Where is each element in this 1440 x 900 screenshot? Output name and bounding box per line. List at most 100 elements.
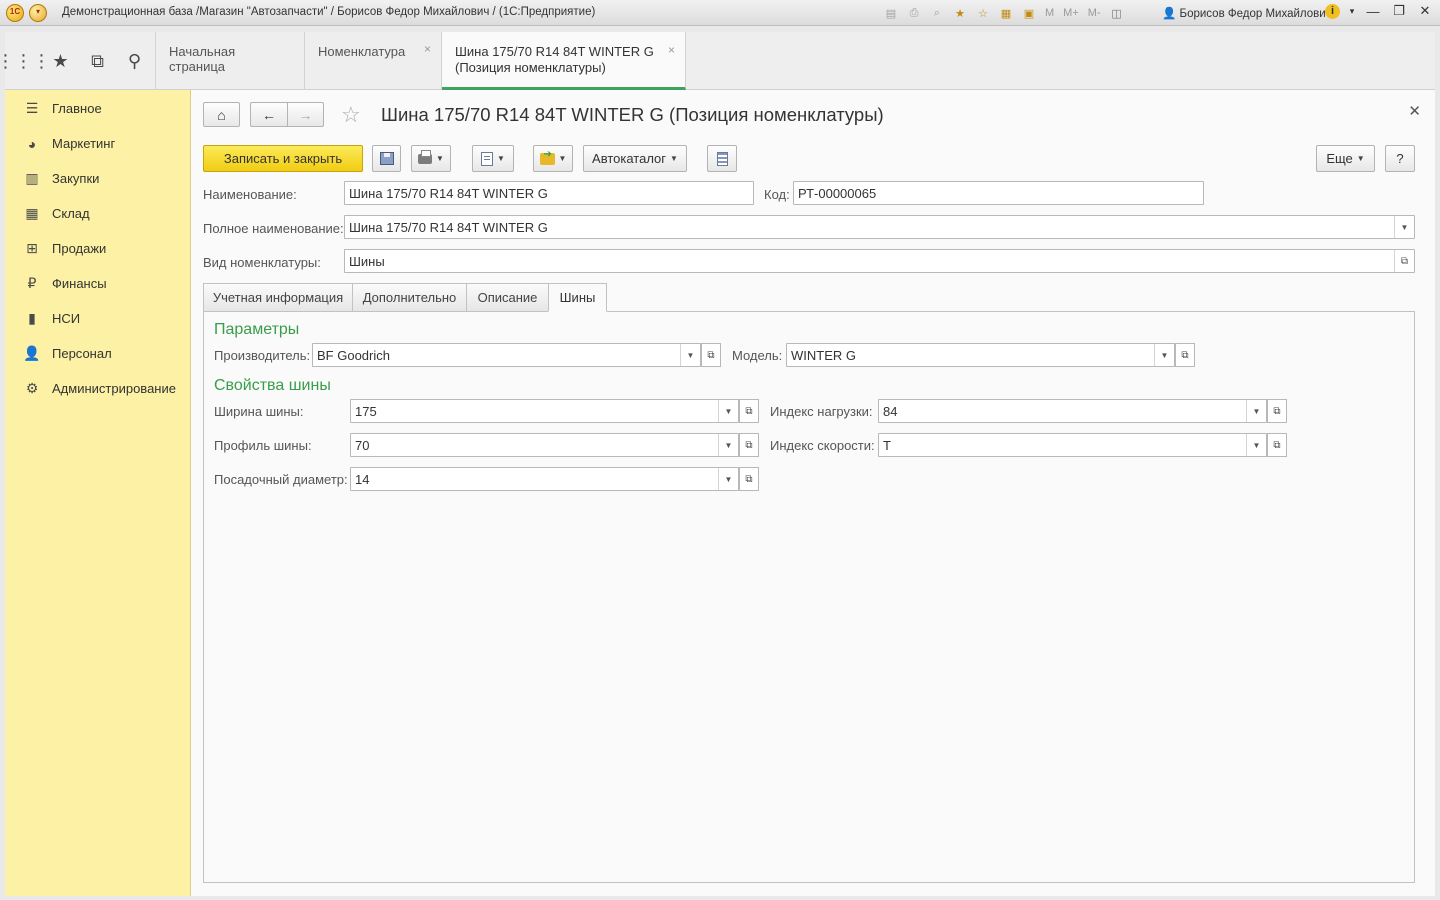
pie-chart-icon: ◕ xyxy=(27,135,37,152)
memory-mminus-button[interactable]: M- xyxy=(1086,5,1103,21)
list-document-icon xyxy=(716,151,728,166)
chevron-down-icon[interactable]: ▼ xyxy=(718,434,738,456)
memory-m-button[interactable]: M xyxy=(1043,5,1056,21)
sidebar-item-label: Маркетинг xyxy=(52,136,116,151)
app-logo-icon[interactable]: 1С xyxy=(6,4,24,22)
print-icon[interactable]: ⎙ xyxy=(905,5,923,21)
sidebar-item-finance[interactable]: ₽ Финансы xyxy=(5,266,190,301)
fullname-field[interactable]: Шина 175/70 R14 84T WINTER G ▼ xyxy=(344,215,1415,239)
star-icon[interactable]: ☆ xyxy=(341,102,361,128)
chevron-down-icon[interactable]: ▼ xyxy=(1394,216,1414,238)
restore-icon[interactable]: ❐ xyxy=(1390,3,1408,19)
autocatalog-label: Автокаталог xyxy=(592,151,667,166)
back-button[interactable]: ← xyxy=(250,102,287,127)
chevron-down-icon[interactable]: ▼ xyxy=(718,468,738,490)
add-favorite-icon[interactable]: ☆ xyxy=(974,5,992,21)
home-button[interactable]: ⌂ xyxy=(203,102,240,127)
help-button[interactable]: ? xyxy=(1385,145,1415,172)
tab-description[interactable]: Описание xyxy=(466,283,549,312)
print-button[interactable]: ▼ xyxy=(411,145,451,172)
open-speed-index-button[interactable]: ⧉ xyxy=(1267,433,1287,457)
forward-button[interactable]: → xyxy=(287,102,324,127)
close-icon[interactable]: × xyxy=(424,42,431,56)
profile-field[interactable]: 70 ▼ xyxy=(350,433,739,457)
save-and-close-button[interactable]: Записать и закрыть xyxy=(203,145,363,172)
create-based-on-button[interactable]: ▼ xyxy=(472,145,514,172)
model-field[interactable]: WINTER G ▼ xyxy=(786,343,1175,367)
sidebar-item-label: Продажи xyxy=(52,241,107,256)
sidebar-item-label: Администрирование xyxy=(52,381,176,396)
name-field[interactable]: Шина 175/70 R14 84T WINTER G xyxy=(344,181,754,205)
favorites-icon[interactable]: ★ xyxy=(951,5,969,21)
sidebar-item-nsi[interactable]: ▮ НСИ xyxy=(5,301,190,336)
link-icon[interactable]: ▤ xyxy=(882,5,900,21)
chevron-down-icon: ▼ xyxy=(1356,154,1365,163)
chevron-down-icon[interactable]: ▼ xyxy=(1154,344,1174,366)
close-icon[interactable]: × xyxy=(668,42,675,58)
load-index-field[interactable]: 84 ▼ xyxy=(878,399,1267,423)
tab-accounting-info[interactable]: Учетная информация xyxy=(203,283,353,312)
tab-label: Номенклатура xyxy=(318,44,406,59)
sidebar-item-warehouse[interactable]: ▦ Склад xyxy=(5,196,190,231)
sidebar-item-personnel[interactable]: 👤 Персонал xyxy=(5,336,190,371)
close-icon[interactable]: ✕ xyxy=(1408,102,1421,120)
autocatalog-button[interactable]: Автокаталог ▼ xyxy=(583,145,687,172)
search-icon[interactable]: ⚲ xyxy=(116,32,153,90)
code-field[interactable]: РТ-00000065 xyxy=(793,181,1204,205)
kind-field[interactable]: Шины ⧉ xyxy=(344,249,1415,273)
chevron-down-icon[interactable]: ▼ xyxy=(1246,434,1266,456)
minimize-icon[interactable]: — xyxy=(1364,3,1382,19)
chevron-down-icon[interactable]: ▼ xyxy=(1246,400,1266,422)
chevron-down-icon[interactable]: ▼ xyxy=(718,400,738,422)
sidebar-item-sales[interactable]: ⊞ Продажи xyxy=(5,231,190,266)
attachments-button[interactable]: ▼ xyxy=(533,145,573,172)
open-model-button[interactable]: ⧉ xyxy=(1175,343,1195,367)
memory-mplus-button[interactable]: M+ xyxy=(1061,5,1081,21)
speed-index-field[interactable]: T ▼ xyxy=(878,433,1267,457)
save-button[interactable] xyxy=(372,145,401,172)
maker-field[interactable]: BF Goodrich ▼ xyxy=(312,343,701,367)
diameter-field[interactable]: 14 ▼ xyxy=(350,467,739,491)
page-title: Шина 175/70 R14 84T WINTER G (Позиция но… xyxy=(381,104,884,125)
panels-icon[interactable]: ◫ xyxy=(1108,5,1126,21)
width-field[interactable]: 175 ▼ xyxy=(350,399,739,423)
sidebar-item-purchases[interactable]: ▥ Закупки xyxy=(5,161,190,196)
chevron-down-icon[interactable]: ▼ xyxy=(680,344,700,366)
close-icon[interactable]: ✕ xyxy=(1416,3,1434,19)
open-maker-button[interactable]: ⧉ xyxy=(701,343,721,367)
open-link-icon[interactable]: ⧉ xyxy=(1394,250,1414,272)
open-width-button[interactable]: ⧉ xyxy=(739,399,759,423)
name-label: Наименование: xyxy=(203,187,297,202)
sidebar-item-label: НСИ xyxy=(52,311,81,326)
sections-grid-icon[interactable]: ⋮⋮⋮ xyxy=(0,32,51,90)
open-load-index-button[interactable]: ⧉ xyxy=(1267,399,1287,423)
report-list-button[interactable] xyxy=(707,145,737,172)
calendar-icon[interactable]: ▣ xyxy=(1020,5,1038,21)
sidebar-item-main[interactable]: ☰ Главное xyxy=(5,91,190,126)
open-profile-button[interactable]: ⧉ xyxy=(739,433,759,457)
open-diameter-button[interactable]: ⧉ xyxy=(739,467,759,491)
chevron-down-icon: ▼ xyxy=(497,154,505,163)
history-icon[interactable]: ⧉ xyxy=(79,32,116,90)
current-user[interactable]: 👤 Борисов Федор Михайлович xyxy=(1162,6,1332,20)
person-icon: 👤 xyxy=(23,345,41,361)
window-controls: i ▾ — ❐ ✕ xyxy=(1325,3,1434,19)
favorites-star-icon[interactable]: ★ xyxy=(42,32,79,90)
tab-nomenclature[interactable]: Номенклатура × xyxy=(305,32,442,90)
tab-tire-item[interactable]: Шина 175/70 R14 84T WINTER G (Позиция но… xyxy=(442,32,686,90)
tab-tires[interactable]: Шины xyxy=(548,283,607,312)
sidebar-item-administration[interactable]: ⚙ Администрирование xyxy=(5,371,190,406)
width-value: 175 xyxy=(355,404,377,419)
chevron-down-icon[interactable]: ▾ xyxy=(1348,3,1356,19)
tab-home-page[interactable]: Начальная страница xyxy=(155,32,305,90)
diameter-label: Посадочный диаметр: xyxy=(214,472,348,487)
app-menu-icon[interactable]: ▾ xyxy=(29,4,47,22)
info-icon[interactable]: i xyxy=(1325,3,1340,19)
model-value: WINTER G xyxy=(791,348,856,363)
sidebar-item-marketing[interactable]: ◕ Маркетинг xyxy=(5,126,190,161)
more-button[interactable]: Еще ▼ xyxy=(1316,145,1375,172)
calculator-icon[interactable]: ▦ xyxy=(997,5,1015,21)
tab-additional[interactable]: Дополнительно xyxy=(352,283,467,312)
preview-icon[interactable]: ⌕ xyxy=(928,5,946,21)
sidebar-item-label: Склад xyxy=(52,206,90,221)
